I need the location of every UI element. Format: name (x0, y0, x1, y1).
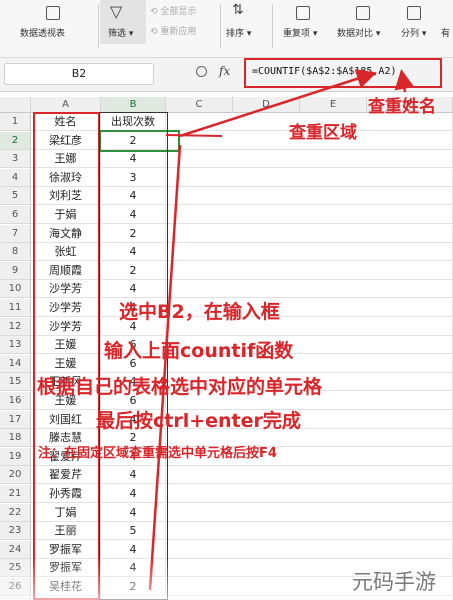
sort-button[interactable]: 排序 ▾ (226, 26, 251, 39)
row-header[interactable]: 9 (0, 261, 31, 280)
annotation-step3: 根据自己的表格选中对应的单元格 (37, 376, 323, 398)
filter-funnel-icon: ▽ (110, 2, 123, 21)
annotation-step1: 选中B2，在输入框 (119, 301, 280, 323)
empty-cells[interactable] (166, 187, 453, 206)
watermark-text: 元码手游网 (352, 570, 436, 594)
row-header[interactable]: 14 (0, 354, 31, 373)
empty-cells[interactable] (166, 280, 453, 299)
sort-icon: ⇅ (232, 2, 244, 18)
corner-select-all[interactable] (0, 97, 31, 113)
row-header[interactable]: 11 (0, 299, 31, 317)
empty-cells[interactable] (166, 168, 453, 187)
pivot-table-button[interactable]: 数据透视表 (20, 26, 65, 39)
duplicates-button[interactable]: 重复项 ▾ (283, 26, 317, 39)
name-range-highlight (33, 112, 100, 600)
row-header[interactable]: 13 (0, 336, 31, 355)
show-all-icon: ⟲ (150, 7, 158, 17)
row-header[interactable]: 4 (0, 168, 31, 187)
reapply-icon: ⟲ (150, 27, 158, 37)
row-header[interactable]: 7 (0, 224, 31, 243)
empty-cells[interactable] (166, 261, 453, 280)
split-button[interactable]: 分列 ▾ (401, 26, 426, 39)
zoom-icon[interactable] (196, 66, 207, 77)
empty-cells[interactable] (166, 485, 453, 503)
column-header-d[interactable]: D (233, 97, 300, 113)
row-header[interactable]: 6 (0, 206, 31, 224)
row-header[interactable]: 2 (0, 131, 31, 150)
row-header[interactable]: 5 (0, 187, 31, 206)
row-header[interactable]: 22 (0, 503, 31, 522)
empty-cells[interactable] (166, 522, 453, 541)
filter-button[interactable]: 筛选 ▾ (108, 26, 133, 39)
row-header[interactable]: 10 (0, 280, 31, 299)
empty-cells[interactable] (166, 224, 453, 243)
column-header-a[interactable]: A (31, 97, 101, 113)
column-header-b[interactable]: B (101, 97, 166, 113)
name-box[interactable]: B2 (4, 63, 154, 85)
row-header[interactable]: 20 (0, 466, 31, 485)
row-header[interactable]: 8 (0, 243, 31, 262)
more-button[interactable]: 有 (441, 26, 450, 39)
compare-button[interactable]: 数据对比 ▾ (337, 26, 380, 39)
annotation-dup-names: 查重姓名 (368, 97, 436, 117)
annotation-dup-range: 查重区域 (289, 123, 357, 143)
show-all-button[interactable]: ⟲ 全部显示 (150, 4, 196, 17)
row-header[interactable]: 15 (0, 373, 31, 392)
column-header-e[interactable]: E (300, 97, 367, 113)
empty-cells[interactable] (166, 150, 453, 169)
row-header[interactable]: 12 (0, 317, 31, 336)
empty-cells[interactable] (166, 243, 453, 262)
row-header[interactable]: 23 (0, 522, 31, 541)
compare-icon (356, 6, 370, 20)
row-header[interactable]: 1 (0, 113, 31, 131)
split-icon (407, 6, 421, 20)
row-header[interactable]: 16 (0, 392, 31, 410)
formula-highlight-box (244, 58, 442, 88)
row-header[interactable]: 19 (0, 447, 31, 466)
row-header[interactable]: 3 (0, 150, 31, 169)
annotation-step4: 最后按ctrl+enter完成 (96, 410, 301, 432)
empty-cells[interactable] (166, 466, 453, 485)
annotation-step2: 输入上面countif函数 (104, 340, 294, 362)
ribbon-separator (272, 4, 273, 48)
row-header[interactable]: 17 (0, 410, 31, 429)
annotation-note: 注：在固定区域查重需选中单元格后按F4 (38, 446, 277, 461)
column-header-c[interactable]: C (166, 97, 233, 113)
fx-icon[interactable]: fx (219, 64, 230, 78)
reapply-button[interactable]: ⟲ 重新应用 (150, 24, 196, 37)
pivot-table-icon (46, 6, 60, 20)
empty-cells[interactable] (166, 503, 453, 522)
ribbon-separator (98, 4, 99, 48)
empty-cells[interactable] (166, 206, 453, 224)
ribbon-separator (220, 4, 221, 48)
row-header[interactable]: 21 (0, 485, 31, 503)
duplicates-icon (296, 6, 310, 20)
row-header[interactable]: 18 (0, 429, 31, 448)
ribbon-toolbar: 数据透视表 ▽ 筛选 ▾ ⟲ 全部显示 ⟲ 重新应用 ⇅ 排序 ▾ 重复项 ▾ … (0, 0, 453, 58)
